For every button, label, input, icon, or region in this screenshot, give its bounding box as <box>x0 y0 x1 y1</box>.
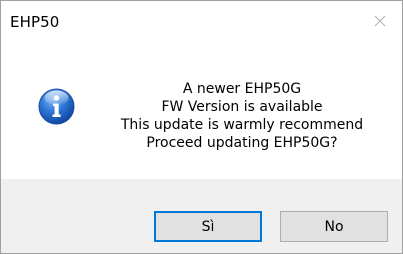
message-line: This update is warmly recommend <box>120 117 364 133</box>
message-line: Proceed updating EHP50G? <box>146 135 338 151</box>
info-icon <box>38 88 75 125</box>
button-bar: Sì No <box>1 179 402 253</box>
window-title: EHP50 <box>10 13 60 31</box>
close-icon <box>374 15 386 27</box>
message-line: A newer EHP50G <box>182 81 302 97</box>
dialog-message: A newer EHP50G FW Version is available T… <box>97 80 387 152</box>
message-dialog: EHP50 A newer EHP50G FW Version is avail… <box>0 0 403 254</box>
dialog-content: A newer EHP50G FW Version is available T… <box>1 41 402 179</box>
close-button[interactable] <box>358 1 402 41</box>
no-button[interactable]: No <box>280 211 388 242</box>
title-bar: EHP50 <box>1 1 402 41</box>
yes-button[interactable]: Sì <box>154 211 262 242</box>
message-line: FW Version is available <box>161 99 323 115</box>
